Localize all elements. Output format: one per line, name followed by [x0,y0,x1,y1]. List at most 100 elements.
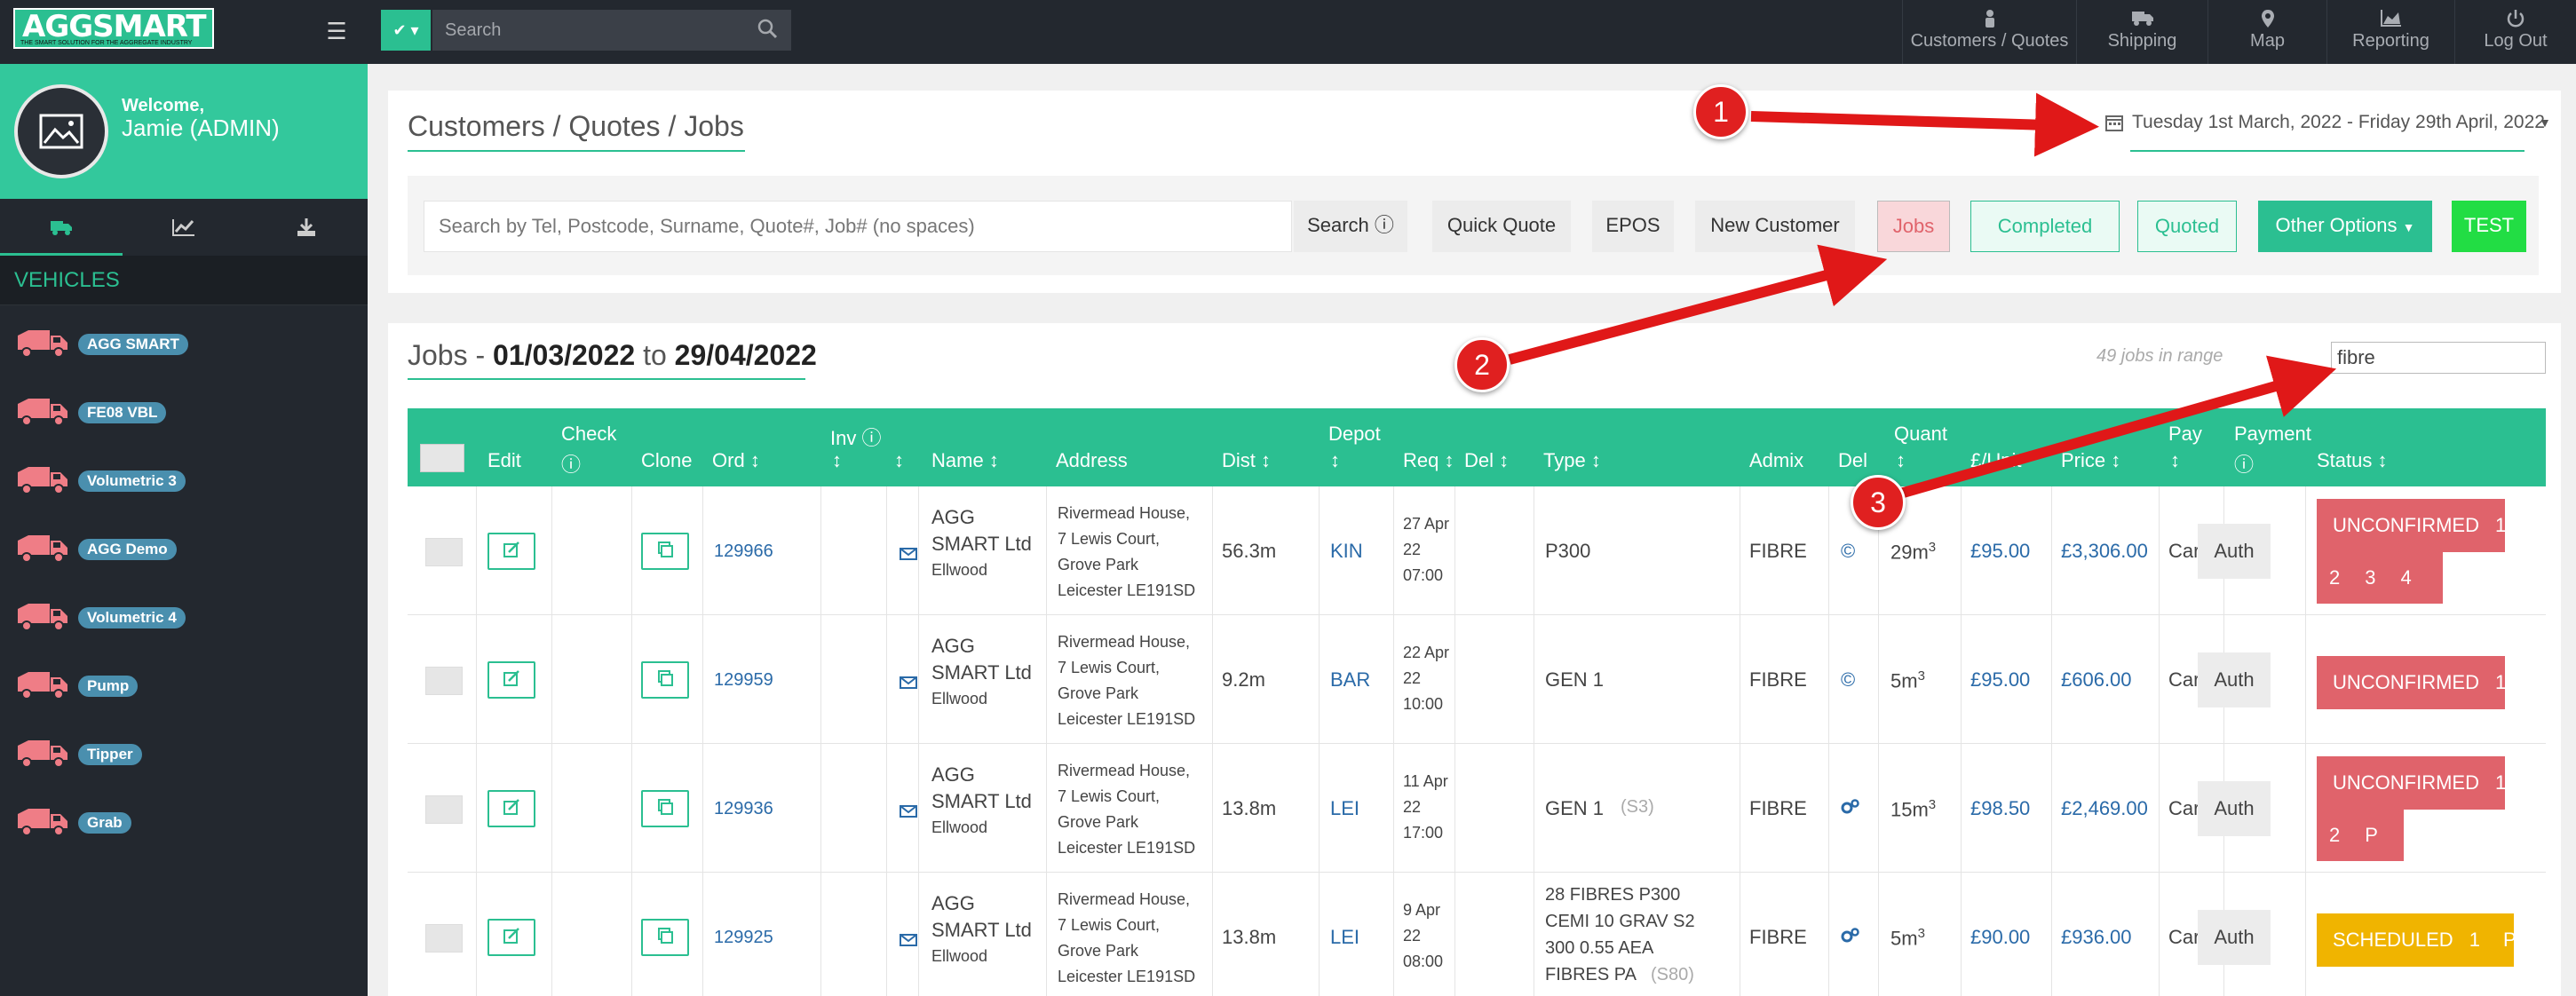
clone-button[interactable] [641,919,689,956]
status-badge[interactable]: UNCONFIRMED 1 [2317,499,2506,552]
col-del[interactable]: Del ↕ [1464,449,1509,472]
menu-toggle-icon[interactable]: ☰ [321,16,352,46]
quoted-button[interactable]: Quoted [2137,201,2237,252]
auth-button[interactable]: Auth [2198,524,2271,579]
completed-button[interactable]: Completed [1970,201,2120,252]
depot-link[interactable]: LEI [1330,926,1359,949]
avatar[interactable] [14,84,108,178]
nav-customers-quotes[interactable]: Customers / Quotes [1902,0,2076,64]
order-number-link[interactable]: 129936 [714,799,773,819]
select-all-checkbox[interactable] [420,444,464,472]
epos-button[interactable]: EPOS [1592,201,1674,252]
customer-name[interactable]: AGG [931,635,975,658]
quick-quote-button[interactable]: Quick Quote [1432,201,1571,252]
status-step[interactable]: 1 [2495,514,2506,536]
col-name[interactable]: Name ↕ [931,449,999,472]
customer-name[interactable]: AGG [931,763,975,787]
sort-icon[interactable]: ↕ [2170,449,2180,472]
vehicle-item[interactable]: AGG SMART [0,305,368,374]
new-customer-button[interactable]: New Customer [1695,201,1855,252]
envelope-icon[interactable] [900,801,917,824]
customer-name[interactable]: SMART Ltd [931,919,1032,942]
tab-vehicles[interactable] [0,199,123,256]
vehicle-item[interactable]: Volumetric 4 [0,579,368,647]
cogs-icon[interactable] [1841,797,1860,820]
search-button[interactable]: Search ⓘ [1294,201,1407,252]
quick-select-button[interactable]: ✔ ▾ [381,10,431,51]
status-badge[interactable]: UNCONFIRMED 1 [2317,756,2506,810]
customer-name[interactable]: AGG [931,892,975,915]
vehicle-item[interactable]: FE08 VBL [0,374,368,442]
col-price[interactable]: Price ↕ [2061,449,2120,472]
vehicle-item[interactable]: Pump [0,647,368,715]
status-step[interactable]: 2 [2329,566,2340,589]
depot-link[interactable]: LEI [1330,797,1359,820]
clone-button[interactable] [641,661,689,699]
tab-downloads[interactable] [245,199,368,256]
nav-map[interactable]: Map [2207,0,2326,64]
col-ord[interactable]: Ord ↕ [712,449,760,472]
row-checkbox[interactable] [425,667,463,695]
tab-reports[interactable] [123,199,245,256]
vehicle-item[interactable]: Tipper [0,715,368,784]
cogs-icon[interactable] [1841,926,1860,949]
search-icon[interactable] [757,18,780,41]
vehicle-item[interactable]: Grab [0,784,368,852]
status-step[interactable]: 1 [2495,771,2506,794]
sort-icon[interactable]: ↕ [894,449,904,472]
customer-name[interactable]: SMART Ltd [931,533,1032,556]
customer-search-input[interactable] [424,201,1292,252]
edit-button[interactable] [487,919,535,956]
logo[interactable]: AGGSMART THE SMART SOLUTION FOR THE AGGR… [13,8,214,49]
nav-logout[interactable]: Log Out [2454,0,2576,64]
envelope-icon[interactable] [900,672,917,695]
status-steps[interactable]: 2 3 4 [2317,552,2443,604]
depot-link[interactable]: BAR [1330,668,1370,692]
nav-shipping[interactable]: Shipping [2076,0,2207,64]
customer-name[interactable]: SMART Ltd [931,661,1032,684]
top-search-input[interactable] [432,10,791,51]
status-step[interactable]: 2 [2329,824,2340,846]
status-badge[interactable]: UNCONFIRMED 1 [2317,656,2506,709]
status-step[interactable]: 1 [2495,671,2506,693]
test-button[interactable]: TEST [2452,201,2526,252]
order-number-link[interactable]: 129959 [714,670,773,691]
row-checkbox[interactable] [425,538,463,566]
sort-icon[interactable]: ↕ [1330,449,1340,472]
copyright-icon[interactable]: © [1841,668,1855,692]
col-req[interactable]: Req ↕ [1403,449,1454,472]
sort-icon[interactable]: ↕ [832,449,842,472]
date-range-picker[interactable]: Tuesday 1st March, 2022 - Friday 29th Ap… [2105,108,2551,137]
envelope-icon[interactable] [900,543,917,566]
vehicle-item[interactable]: AGG Demo [0,510,368,579]
status-step[interactable]: P [2365,824,2378,846]
order-number-link[interactable]: 129925 [714,928,773,948]
status-steps[interactable]: 2P [2317,810,2404,861]
order-number-link[interactable]: 129966 [714,541,773,562]
envelope-icon[interactable] [900,929,917,953]
col-type[interactable]: Type ↕ [1543,449,1601,472]
col-status[interactable]: Status ↕ [2317,449,2388,472]
clone-button[interactable] [641,533,689,570]
auth-button[interactable]: Auth [2198,910,2271,965]
edit-button[interactable] [487,533,535,570]
customer-name[interactable]: SMART Ltd [931,790,1032,813]
row-checkbox[interactable] [425,795,463,824]
row-checkbox[interactable] [425,924,463,953]
other-options-button[interactable]: Other Options ▼ [2258,201,2432,252]
status-badge[interactable]: SCHEDULED 1 P [2317,913,2517,967]
jobs-filter-input[interactable] [2331,342,2546,374]
vehicle-item[interactable]: Volumetric 3 [0,442,368,510]
sort-icon[interactable]: ↕ [1896,449,1906,472]
col-dist[interactable]: Dist ↕ [1222,449,1271,472]
nav-reporting[interactable]: Reporting [2326,0,2454,64]
status-step[interactable]: 3 [2365,566,2375,589]
status-step[interactable]: 1 [2469,929,2480,951]
auth-button[interactable]: Auth [2198,652,2271,707]
customer-name[interactable]: AGG [931,506,975,529]
auth-button[interactable]: Auth [2198,781,2271,836]
status-step[interactable]: 4 [2401,566,2412,589]
edit-button[interactable] [487,661,535,699]
jobs-button[interactable]: Jobs [1877,201,1950,252]
clone-button[interactable] [641,790,689,827]
